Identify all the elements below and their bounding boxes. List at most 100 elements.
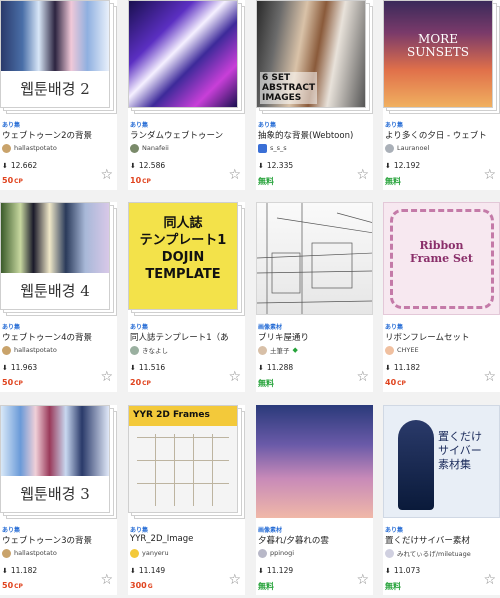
thumbnail-stack[interactable]: 同人誌 テンプレート1 DOJIN TEMPLATE — [128, 202, 245, 318]
asset-title[interactable]: YYR_2D_Image — [130, 534, 244, 544]
price: 無料 — [385, 177, 401, 186]
thumbnail[interactable] — [256, 202, 373, 315]
author[interactable]: Lauranoel — [385, 142, 429, 154]
author[interactable]: hallastpotato — [2, 547, 57, 559]
download-icon: ⬇ — [385, 363, 391, 372]
price: 300G — [130, 581, 153, 590]
star-outline-icon[interactable]: ☆ — [356, 168, 369, 182]
collection-badge: あり集 — [2, 122, 21, 129]
author-name: みれてぃるげ/miletuage — [397, 550, 471, 558]
download-icon: ⬇ — [130, 363, 136, 372]
asset-card[interactable]: YYR 2D Frames あり集 YYR_2D_Image yanyeru ⬇… — [128, 405, 245, 595]
download-icon: ⬇ — [130, 161, 136, 170]
asset-title[interactable]: ウェブトゥーン2の背景 — [2, 129, 116, 141]
asset-card[interactable]: 6 SET ABSTRACT IMAGES あり集 抽象的な背景(Webtoon… — [256, 0, 373, 190]
asset-title[interactable]: 抽象的な背景(Webtoon) — [258, 129, 372, 141]
avatar — [2, 548, 11, 558]
thumbnail[interactable]: YYR 2D Frames — [128, 405, 238, 513]
star-outline-icon[interactable]: ☆ — [483, 370, 496, 384]
author[interactable]: きなよし — [130, 344, 168, 356]
avatar — [130, 548, 139, 558]
star-outline-icon[interactable]: ☆ — [100, 573, 113, 587]
price: 40CP — [385, 378, 406, 387]
asset-card[interactable]: 웹툰배경 4 あり集 ウェブトゥーン4の背景 hallastpotato ⬇ 11… — [0, 202, 117, 392]
collection-badge: あり集 — [258, 122, 277, 129]
star-outline-icon[interactable]: ☆ — [228, 573, 241, 587]
author[interactable]: s_s_s — [258, 142, 287, 154]
avatar — [385, 548, 394, 558]
asset-title[interactable]: ウェブトゥーン3の背景 — [2, 534, 116, 546]
thumbnail-stack[interactable] — [128, 0, 245, 116]
asset-card[interactable]: 画像素材 ブリキ屋通り 土筆子 ◆ ⬇ 11.288 無料 ☆ — [256, 202, 373, 392]
author[interactable]: Nanafeii — [130, 142, 169, 154]
asset-card[interactable]: 置くだけ サイバー 素材集 あり集 置くだけサイバー素材 みれてぃるげ/mile… — [383, 405, 500, 595]
thumbnail-stack[interactable]: 웹툰배경 4 — [0, 202, 117, 318]
author-name: s_s_s — [270, 144, 287, 152]
street-sketch — [257, 203, 372, 314]
asset-title[interactable]: ランダムウェブトゥーン — [130, 129, 244, 141]
asset-title[interactable]: ウェブトゥーン4の背景 — [2, 331, 116, 343]
thumbnail[interactable]: 웹툰배경 2 — [0, 0, 110, 108]
asset-title[interactable]: 夕暮れ/夕暮れの雲 — [258, 534, 372, 546]
asset-card[interactable]: あり集 ランダムウェブトゥーン Nanafeii ⬇ 12.586 10CP ☆ — [128, 0, 245, 190]
star-outline-icon[interactable]: ☆ — [483, 573, 496, 587]
author[interactable]: CHYEE — [385, 344, 419, 356]
star-outline-icon[interactable]: ☆ — [100, 168, 113, 182]
thumbnail[interactable] — [256, 405, 373, 518]
thumbnail[interactable]: 웹툰배경 3 — [0, 405, 110, 513]
star-outline-icon[interactable]: ☆ — [228, 168, 241, 182]
thumbnail-caption: 웹툰배경 4 — [1, 273, 109, 309]
thumbnail[interactable]: Ribbon Frame Set — [383, 202, 500, 315]
star-outline-icon[interactable]: ☆ — [483, 168, 496, 182]
thumbnail[interactable]: 置くだけ サイバー 素材集 — [383, 405, 500, 518]
download-count: ⬇ 11.149 — [130, 566, 166, 575]
star-outline-icon[interactable]: ☆ — [228, 370, 241, 384]
thumbnail-stack[interactable]: YYR 2D Frames — [128, 405, 245, 521]
download-count: ⬇ 12.586 — [130, 161, 166, 170]
thumbnail[interactable] — [128, 0, 238, 108]
avatar — [2, 345, 11, 355]
star-outline-icon[interactable]: ☆ — [356, 370, 369, 384]
download-count: ⬇ 12.335 — [258, 161, 294, 170]
download-count: ⬇ 12.192 — [385, 161, 421, 170]
author[interactable]: hallastpotato — [2, 344, 57, 356]
author[interactable]: みれてぃるげ/miletuage — [385, 547, 471, 559]
thumbnail[interactable]: MORE SUNSETS — [383, 0, 493, 108]
thumbnail[interactable]: 同人誌 テンプレート1 DOJIN TEMPLATE — [128, 202, 238, 310]
collection-badge: あり集 — [385, 324, 404, 331]
price: 50CP — [2, 378, 23, 387]
thumbnail-caption: 6 SET ABSTRACT IMAGES — [260, 72, 318, 104]
author[interactable]: 土筆子 ◆ — [258, 344, 298, 356]
asset-title[interactable]: リボンフレームセット — [385, 331, 499, 343]
thumbnail-stack[interactable]: MORE SUNSETS — [383, 0, 500, 116]
asset-title[interactable]: ブリキ屋通り — [258, 331, 372, 343]
asset-card[interactable]: Ribbon Frame Set あり集 リボンフレームセット CHYEE ⬇ 1… — [383, 202, 500, 392]
author[interactable]: hallastpotato — [2, 142, 57, 154]
download-count: ⬇ 11.182 — [385, 363, 421, 372]
author[interactable]: ppinogi — [258, 547, 294, 559]
author[interactable]: yanyeru — [130, 547, 169, 559]
thumbnail-stack[interactable]: 웹툰배경 3 — [0, 405, 117, 521]
asset-card[interactable]: 画像素材 夕暮れ/夕暮れの雲 ppinogi ⬇ 11.129 無料 ☆ — [256, 405, 373, 595]
author-name: CHYEE — [397, 346, 419, 354]
price: 20CP — [130, 378, 151, 387]
download-icon: ⬇ — [385, 566, 391, 575]
asset-card[interactable]: 웹툰배경 2 あり集 ウェブトゥーン2の背景 hallastpotato ⬇ 12… — [0, 0, 117, 190]
asset-card[interactable]: 웹툰배경 3 あり集 ウェブトゥーン3の背景 hallastpotato ⬇ 11… — [0, 405, 117, 595]
thumbnail[interactable]: 웹툰배경 4 — [0, 202, 110, 310]
thumbnail-caption: YYR 2D Frames — [133, 410, 210, 420]
asset-title[interactable]: 置くだけサイバー素材 — [385, 534, 499, 546]
star-outline-icon[interactable]: ☆ — [100, 370, 113, 384]
thumbnail-stack[interactable]: 웹툰배경 2 — [0, 0, 117, 116]
thumbnail-stack[interactable]: 6 SET ABSTRACT IMAGES — [256, 0, 373, 116]
asset-title[interactable]: より多くの夕日 - ウェブト — [385, 129, 499, 141]
price: 10CP — [130, 176, 151, 185]
download-icon: ⬇ — [2, 363, 8, 372]
asset-card[interactable]: 同人誌 テンプレート1 DOJIN TEMPLATE あり集 同人誌テンプレート… — [128, 202, 245, 392]
star-outline-icon[interactable]: ☆ — [356, 573, 369, 587]
thumbnail-caption: 置くだけ サイバー 素材集 — [438, 430, 482, 471]
asset-title[interactable]: 同人誌テンプレート1（あ — [130, 331, 244, 343]
asset-card[interactable]: MORE SUNSETS あり集 より多くの夕日 - ウェブト Lauranoe… — [383, 0, 500, 190]
thumbnail[interactable]: 6 SET ABSTRACT IMAGES — [256, 0, 366, 108]
author-name: hallastpotato — [14, 346, 57, 354]
